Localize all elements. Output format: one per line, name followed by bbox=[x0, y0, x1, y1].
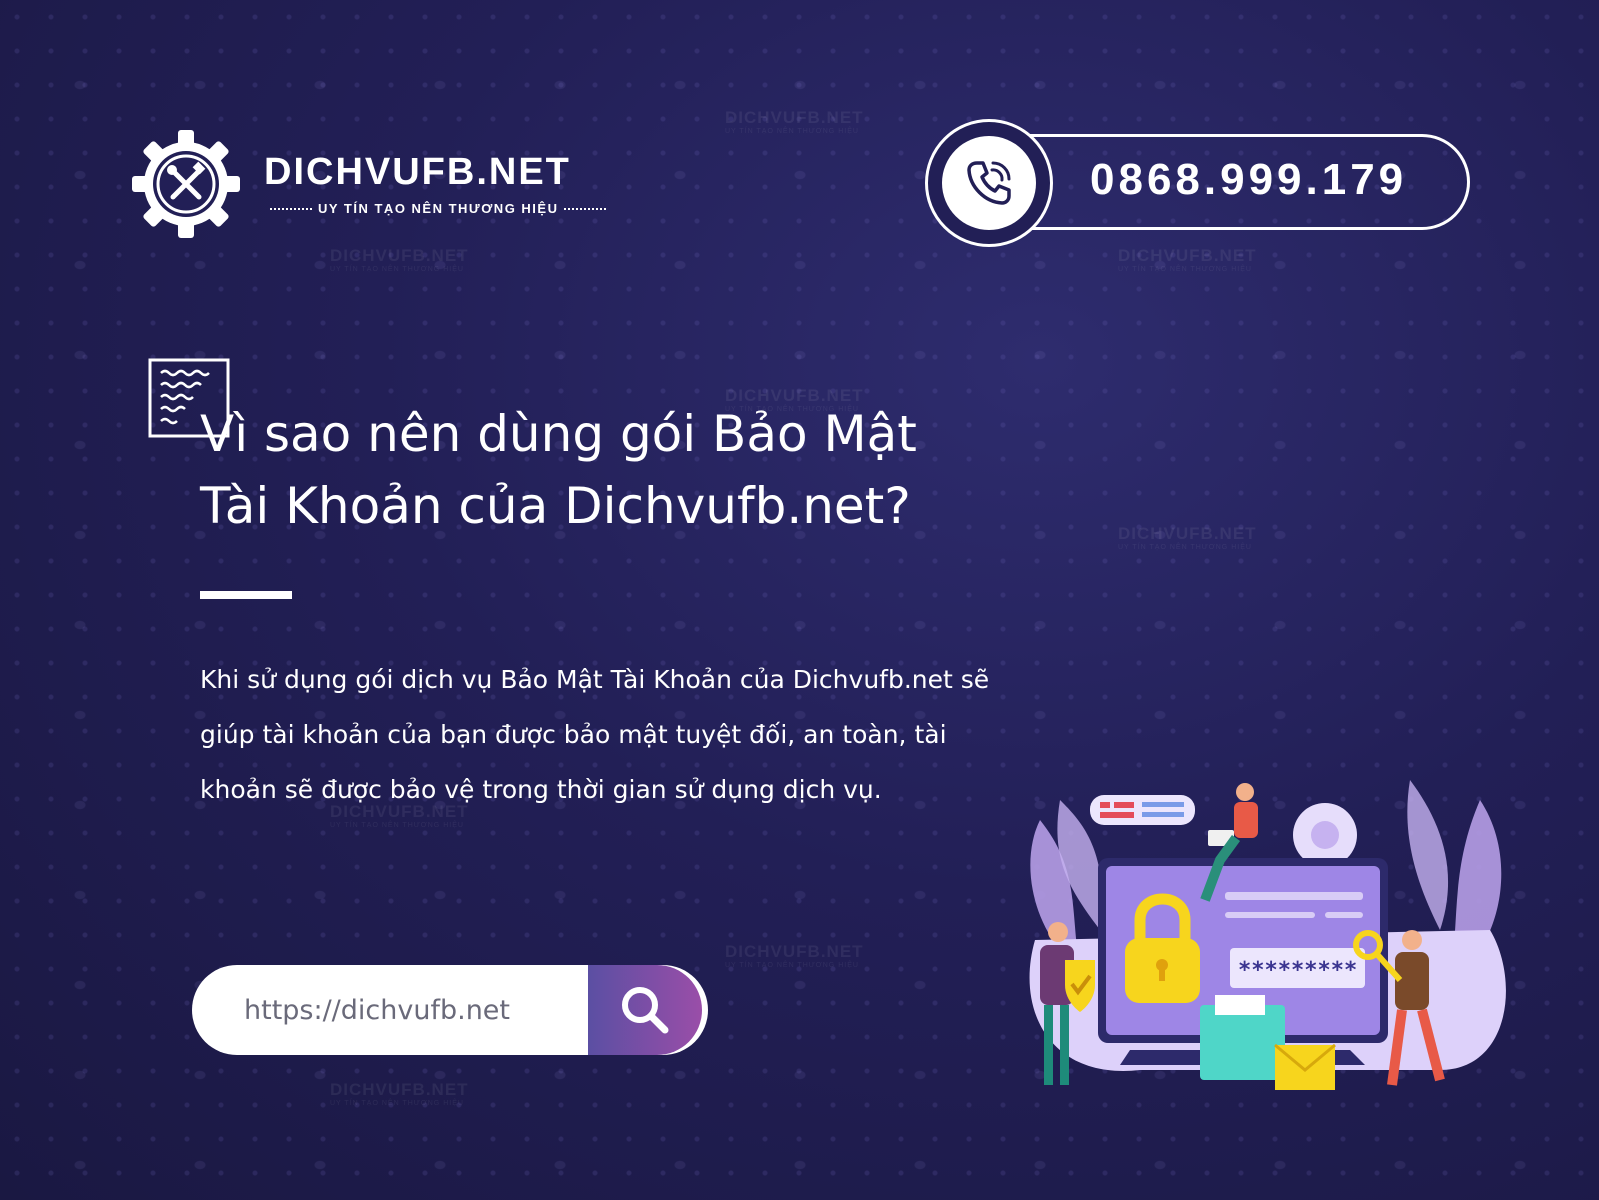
phone-icon-ring bbox=[925, 119, 1053, 247]
brand-tagline: UY TÍN TẠO NÊN THƯƠNG HIỆU bbox=[264, 201, 612, 216]
phone-call-icon bbox=[967, 161, 1011, 205]
search-button[interactable] bbox=[588, 965, 702, 1055]
search-icon bbox=[622, 987, 669, 1034]
watermark: DICHVUFB.NET UY TÍN TẠO NÊN THƯƠNG HIỆU bbox=[330, 1080, 469, 1107]
search-input[interactable] bbox=[192, 965, 588, 1055]
watermark: DICHVUFB.NET UY TÍN TẠO NÊN THƯƠNG HIỆU bbox=[725, 108, 864, 135]
watermark: DICHVUFB.NET UY TÍN TẠO NÊN THƯƠNG HIỆU bbox=[725, 942, 864, 969]
phone-contact[interactable]: 0868.999.179 bbox=[925, 119, 1470, 247]
password-mask: ********* bbox=[1238, 958, 1357, 983]
brand-name: DICHVUFB.NET bbox=[264, 150, 571, 193]
security-illustration: ********* bbox=[1029, 780, 1506, 1090]
watermark: DICHVUFB.NET UY TÍN TẠO NÊN THƯƠNG HIỆU bbox=[330, 246, 469, 273]
title-underline bbox=[200, 591, 292, 599]
brand-logo[interactable]: DICHVUFB.NET UY TÍN TẠO NÊN THƯƠNG HIỆU bbox=[130, 128, 612, 240]
page-title: Vì sao nên dùng gói Bảo Mật Tài Khoản củ… bbox=[200, 405, 917, 535]
watermark: DICHVUFB.NET UY TÍN TẠO NÊN THƯƠNG HIỆU bbox=[1118, 524, 1257, 551]
gear-tools-icon bbox=[132, 130, 240, 238]
description-text: Khi sử dụng gói dịch vụ Bảo Mật Tài Khoả… bbox=[200, 665, 990, 804]
phone-number[interactable]: 0868.999.179 bbox=[1090, 155, 1407, 205]
search-bar[interactable] bbox=[192, 965, 708, 1055]
phone-icon-circle bbox=[942, 136, 1036, 230]
watermark: DICHVUFB.NET UY TÍN TẠO NÊN THƯƠNG HIỆU bbox=[1118, 246, 1257, 273]
